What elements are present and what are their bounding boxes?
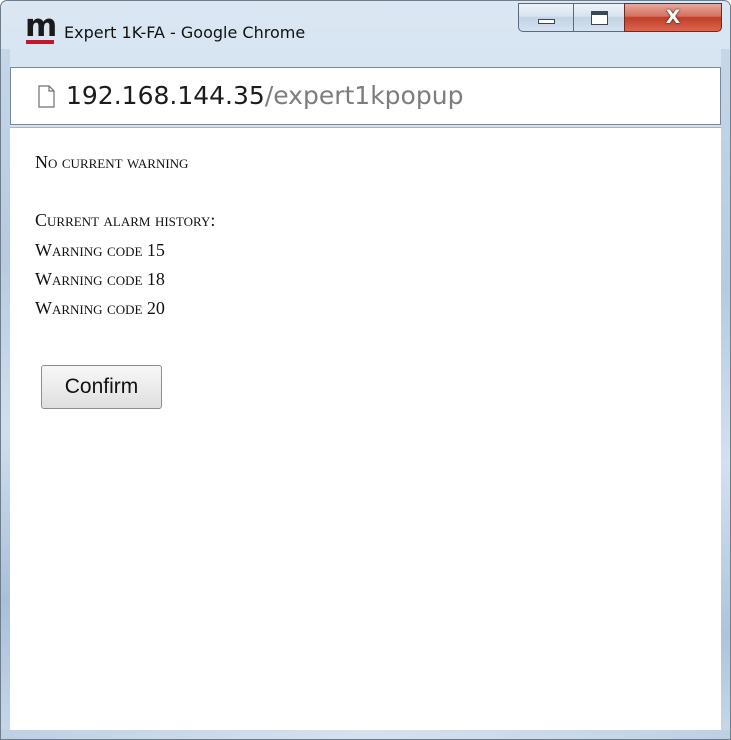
alarm-history-item: Warning code 20: [35, 298, 165, 318]
close-button[interactable]: X: [624, 3, 722, 32]
browser-popup-window: m Expert 1K-FA - Google Chrome X 192.168…: [0, 0, 731, 740]
window-frame-bottom: [1, 730, 730, 739]
alarm-history-item: Warning code 15: [35, 240, 165, 260]
title-bar[interactable]: m Expert 1K-FA - Google Chrome X: [1, 1, 730, 53]
maximize-icon: [591, 11, 608, 25]
url-host: 192.168.144.35: [66, 81, 265, 110]
current-warning-text: No current warning: [35, 152, 189, 172]
window-frame-right: [721, 49, 730, 739]
window-title: Expert 1K-FA - Google Chrome: [64, 23, 306, 42]
url-path: /expert1kpopup: [264, 81, 464, 110]
address-bar[interactable]: 192.168.144.35/expert1kpopup: [10, 67, 721, 125]
alarm-history-list: Warning code 15 Warning code 18 Warning …: [35, 236, 165, 323]
page-icon: [38, 85, 55, 108]
maximize-button[interactable]: [573, 3, 625, 32]
page-content: No current warning Current alarm history…: [10, 127, 721, 730]
window-frame-left: [1, 49, 10, 739]
minimize-button[interactable]: [518, 3, 574, 32]
alarm-history-item: Warning code 18: [35, 269, 165, 289]
minimize-icon: [538, 19, 555, 24]
url-text[interactable]: 192.168.144.35/expert1kpopup: [66, 80, 463, 112]
close-icon: X: [665, 6, 681, 28]
m-logo-icon: m: [25, 8, 57, 44]
confirm-button[interactable]: Confirm: [41, 365, 162, 409]
caption-buttons: X: [518, 3, 722, 34]
alarm-history-title: Current alarm history:: [35, 210, 216, 230]
